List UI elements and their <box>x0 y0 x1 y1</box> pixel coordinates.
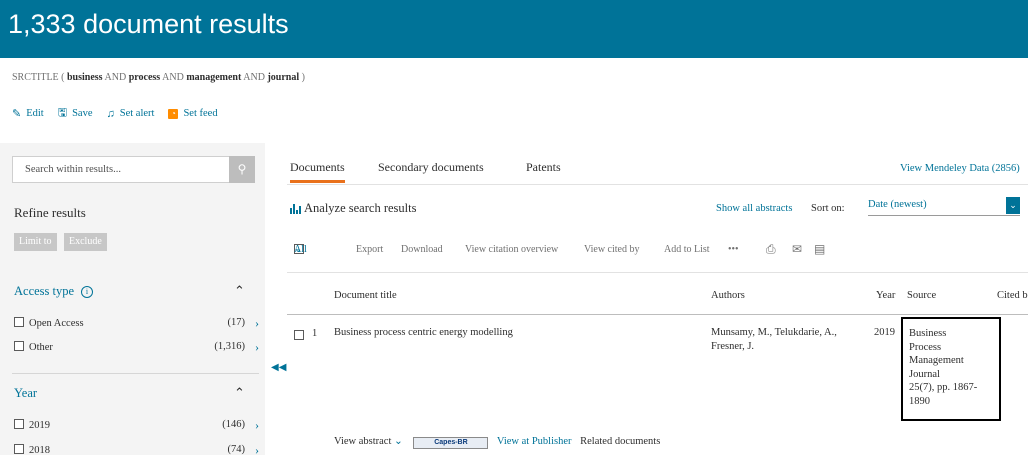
year-value: 2019 <box>874 327 895 338</box>
download-button[interactable]: Download <box>401 244 443 255</box>
row-checkbox[interactable] <box>294 330 304 343</box>
view-cited-by-button[interactable]: View cited by <box>584 244 640 255</box>
search-within-box: ⚲ <box>12 156 255 183</box>
divider <box>287 314 1028 315</box>
filter-other[interactable]: Other (1,316) › <box>14 340 259 355</box>
column-year[interactable]: Year <box>876 290 895 301</box>
analyze-results-link[interactable]: Analyze search results <box>290 201 416 216</box>
filter-open-access[interactable]: Open Access (17) › <box>14 316 259 331</box>
chevron-right-icon[interactable]: › <box>255 316 259 331</box>
checkbox[interactable] <box>294 330 304 340</box>
search-within-input[interactable] <box>23 163 227 176</box>
chevron-up-icon[interactable]: ⌃ <box>234 385 245 401</box>
sort-label: Sort on: <box>811 203 845 214</box>
limit-to-button[interactable]: Limit to <box>14 233 57 251</box>
checkbox[interactable] <box>14 317 24 327</box>
add-to-list-button[interactable]: Add to List <box>664 244 710 255</box>
source-line: Management <box>909 355 964 366</box>
column-cited-by[interactable]: Cited b <box>997 290 1028 301</box>
export-button[interactable]: Export <box>356 244 383 255</box>
checkbox[interactable] <box>14 419 24 429</box>
set-alert-button[interactable]: ♫ Set alert <box>107 104 155 123</box>
search-query: SRCTITLE ( business AND process AND mana… <box>12 72 305 83</box>
search-icon[interactable]: ⚲ <box>229 156 255 183</box>
source-line: Journal <box>909 368 940 380</box>
exclude-button[interactable]: Exclude <box>64 233 107 251</box>
related-documents-link[interactable]: Related documents <box>580 436 660 447</box>
view-abstract-link[interactable]: View abstract ⌄ <box>334 436 403 447</box>
print-icon[interactable]: ⎙ <box>766 242 776 257</box>
tab-documents[interactable]: Documents <box>290 160 345 183</box>
search-actions: ✎ Edit 🖫 Save ♫ Set alert ◔ Set feed <box>12 104 218 123</box>
divider <box>287 272 1028 273</box>
document-title-link[interactable]: Business process centric energy modellin… <box>334 327 513 338</box>
source-line: Process <box>909 341 942 353</box>
column-document-title[interactable]: Document title <box>334 290 397 301</box>
chevron-up-icon[interactable]: ⌃ <box>234 283 245 299</box>
column-authors[interactable]: Authors <box>711 290 745 301</box>
source-line: 1890 <box>909 395 930 407</box>
bar-chart-icon <box>290 203 301 214</box>
set-feed-button[interactable]: ◔ Set feed <box>168 104 218 123</box>
refine-title: Refine results <box>14 205 86 220</box>
chevron-right-icon[interactable]: › <box>255 443 259 458</box>
divider <box>287 184 1028 185</box>
collapse-sidebar-icon[interactable]: ◀◀ <box>271 362 286 373</box>
filter-year-2019[interactable]: 2019 (146) › <box>14 418 259 433</box>
row-actions: View abstract ⌄ Capes-BR View at Publish… <box>334 435 660 449</box>
authors-line-2[interactable]: Fresner, J. <box>711 341 754 352</box>
source-cell[interactable]: Business Process Management Journal 25(7… <box>901 317 1001 421</box>
save-button[interactable]: 🖫 Save <box>58 104 93 123</box>
rss-icon: ◔ <box>168 108 179 119</box>
divider <box>12 373 259 374</box>
source-line: Business <box>909 328 947 339</box>
tab-secondary-documents[interactable]: Secondary documents <box>378 160 484 175</box>
checkbox[interactable] <box>14 341 24 351</box>
year-header[interactable]: Year <box>14 386 37 401</box>
authors-line-1[interactable]: Munsamy, M., Telukdarie, A., <box>711 327 837 338</box>
info-icon[interactable]: i <box>81 285 94 298</box>
pencil-icon: ✎ <box>12 108 22 120</box>
filter-year-2018[interactable]: 2018 (74) › <box>14 443 259 458</box>
chevron-down-icon: ⌄ <box>394 436 403 447</box>
more-options-button[interactable]: ••• <box>728 244 739 255</box>
tab-patents[interactable]: Patents <box>526 160 561 175</box>
chevron-right-icon[interactable]: › <box>255 418 259 433</box>
column-source[interactable]: Source <box>907 290 936 301</box>
results-header-bar: 1,333 document results <box>0 0 1028 58</box>
capes-br-link[interactable]: Capes-BR <box>413 437 489 449</box>
bibliography-icon[interactable]: ▤ <box>814 242 825 257</box>
email-icon[interactable]: ✉ <box>792 242 802 257</box>
row-index: 1 <box>312 328 318 339</box>
sort-select[interactable]: Date (newest) ⌄ <box>868 197 1020 216</box>
page-title: 1,333 document results <box>8 9 289 39</box>
source-line: 25(7), pp. 1867- <box>909 382 978 393</box>
view-citation-overview-button[interactable]: View citation overview <box>465 244 558 255</box>
edit-button[interactable]: ✎ Edit <box>12 104 44 123</box>
refine-sidebar: ⚲ Refine results Limit to Exclude Access… <box>0 143 265 458</box>
chevron-right-icon[interactable]: › <box>255 340 259 355</box>
chevron-down-icon[interactable]: ⌄ <box>1006 197 1020 214</box>
access-type-header[interactable]: Access type i <box>14 284 94 299</box>
checkbox[interactable] <box>14 444 24 454</box>
chevron-down-icon: ⌄ <box>294 244 303 255</box>
show-all-abstracts-link[interactable]: Show all abstracts <box>716 203 792 214</box>
bell-icon: ♫ <box>106 107 115 120</box>
view-mendeley-data-link[interactable]: View Mendeley Data (2856) <box>900 163 1020 174</box>
view-at-publisher-link[interactable]: View at Publisher <box>497 436 572 447</box>
save-icon: 🖫 <box>57 107 68 119</box>
